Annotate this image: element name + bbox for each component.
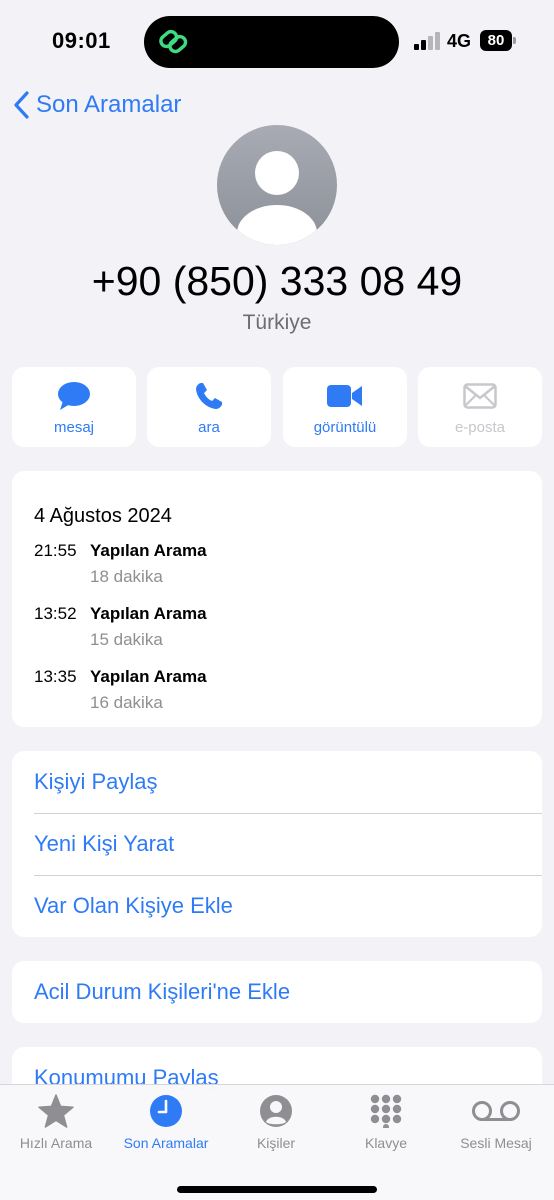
video-icon [327, 385, 362, 407]
tab-label: Sesli Mesaj [460, 1135, 532, 1151]
tab-bar: Hızlı Arama Son Aramalar Kişiler Klavye … [0, 1084, 554, 1200]
tab-voicemail[interactable]: Sesli Mesaj [441, 1093, 551, 1151]
message-button[interactable]: mesaj [12, 367, 136, 447]
call-date: 4 Ağustos 2024 [34, 505, 172, 527]
tab-contacts[interactable]: Kişiler [221, 1093, 331, 1151]
call-duration: 18 dakika [90, 567, 163, 586]
voicemail-icon [472, 1101, 520, 1121]
create-contact-button[interactable]: Yeni Kişi Yarat [12, 813, 542, 875]
battery-icon: 80 [480, 30, 512, 51]
phone-icon [196, 383, 222, 409]
tab-favorites[interactable]: Hızlı Arama [1, 1093, 111, 1151]
call-duration: 15 dakika [90, 630, 163, 649]
call-type: Yapılan Arama [90, 604, 207, 623]
call-history-card: 4 Ağustos 2024 21:55 Yapılan Arama 18 da… [12, 471, 542, 727]
back-button[interactable]: Son Aramalar [12, 90, 181, 120]
call-type: Yapılan Arama [90, 541, 207, 560]
call-log-entry: 13:52 Yapılan Arama 15 dakika [34, 604, 514, 654]
keypad-icon [370, 1094, 402, 1128]
tab-label: Son Aramalar [123, 1135, 209, 1151]
message-icon [58, 382, 90, 410]
email-button[interactable]: e-posta [418, 367, 542, 447]
contact-options-card: Kişiyi Paylaş Yeni Kişi Yarat Var Olan K… [12, 751, 542, 937]
call-time: 13:52 [34, 604, 77, 623]
chevron-left-icon [14, 91, 29, 119]
tab-keypad[interactable]: Klavye [331, 1093, 441, 1151]
video-label: görüntülü [313, 419, 377, 436]
tab-label: Kişiler [256, 1135, 296, 1151]
signal-icon [414, 32, 442, 50]
country-label: Türkiye [242, 311, 312, 334]
tab-recents[interactable]: Son Aramalar [111, 1093, 221, 1151]
network-type: 4G [447, 31, 472, 51]
contact-detail-screen: 09:01 4G 80 Son Aramalar +90 (850) 333 0… [0, 0, 554, 1200]
person-icon [260, 1095, 292, 1127]
call-label: ara [198, 419, 220, 436]
status-time: 09:01 [52, 28, 111, 53]
action-buttons: mesaj ara görüntülü e-posta [12, 367, 542, 447]
phone-number: +90 (850) 333 08 49 [91, 258, 463, 304]
clock-icon [150, 1095, 182, 1127]
star-icon [38, 1094, 74, 1128]
call-type: Yapılan Arama [90, 667, 207, 686]
contact-avatar [217, 125, 337, 245]
share-contact-button[interactable]: Kişiyi Paylaş [12, 751, 542, 813]
person-silhouette-icon [237, 151, 317, 245]
tab-label: Hızlı Arama [19, 1135, 93, 1151]
add-emergency-contact-button[interactable]: Acil Durum Kişileri'ne Ekle [12, 961, 542, 1023]
call-log-entry: 21:55 Yapılan Arama 18 dakika [34, 541, 514, 591]
call-button[interactable]: ara [147, 367, 271, 447]
back-label: Son Aramalar [36, 91, 182, 118]
tab-label: Klavye [364, 1135, 408, 1151]
call-duration: 16 dakika [90, 693, 163, 712]
video-button[interactable]: görüntülü [283, 367, 407, 447]
call-time: 13:35 [34, 667, 77, 686]
emergency-card: Acil Durum Kişileri'ne Ekle [12, 961, 542, 1023]
call-log-entry: 13:35 Yapılan Arama 16 dakika [34, 667, 514, 717]
home-indicator[interactable] [177, 1186, 377, 1193]
message-label: mesaj [53, 419, 94, 436]
link-icon [159, 29, 188, 54]
battery-tip [513, 37, 516, 44]
add-to-existing-contact-button[interactable]: Var Olan Kişiye Ekle [12, 875, 542, 937]
mail-icon [463, 383, 497, 409]
email-label: e-posta [454, 419, 506, 436]
dynamic-island [144, 16, 399, 68]
call-time: 21:55 [34, 541, 77, 560]
